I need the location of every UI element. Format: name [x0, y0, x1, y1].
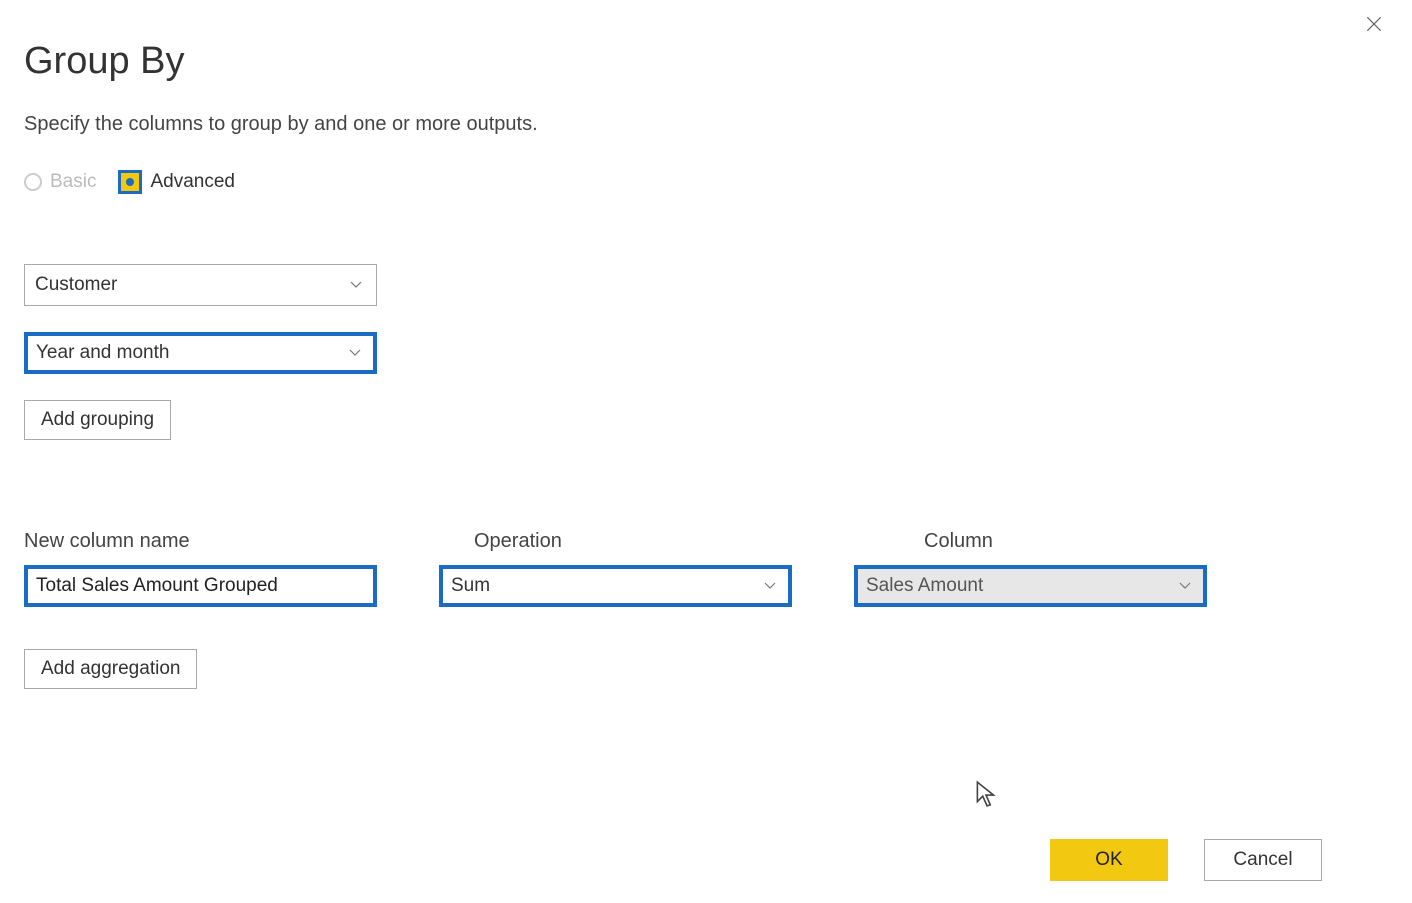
header-column: Column	[924, 530, 1277, 553]
radio-basic-label: Basic	[50, 171, 96, 193]
header-operation: Operation	[474, 530, 827, 553]
footer-buttons: OK Cancel	[1050, 839, 1322, 881]
chevron-down-icon	[1179, 582, 1191, 590]
close-icon	[1364, 14, 1384, 34]
dropdown-value: Customer	[35, 274, 117, 296]
radio-circle-icon	[24, 173, 42, 191]
ok-button[interactable]: OK	[1050, 839, 1168, 881]
new-column-name-input[interactable]: Total Sales Amount Grouped	[24, 565, 377, 607]
mode-radio-group: Basic Advanced	[24, 170, 1388, 194]
chevron-down-icon	[349, 349, 361, 357]
dropdown-value: Year and month	[36, 342, 169, 364]
header-new-column: New column name	[24, 530, 377, 553]
operation-dropdown[interactable]: Sum	[439, 565, 792, 607]
groupings-section: Customer Year and month Add grouping	[24, 264, 1388, 440]
radio-advanced[interactable]: Advanced	[118, 170, 235, 194]
grouping-dropdown-customer[interactable]: Customer	[24, 264, 377, 306]
dialog-title: Group By	[24, 40, 1388, 83]
chevron-down-icon	[764, 582, 776, 590]
radio-basic[interactable]: Basic	[24, 171, 96, 193]
radio-selected-icon	[118, 170, 142, 194]
close-button[interactable]	[1364, 14, 1384, 39]
dropdown-value: Sales Amount	[866, 575, 983, 597]
add-aggregation-button[interactable]: Add aggregation	[24, 649, 197, 689]
cancel-button[interactable]: Cancel	[1204, 839, 1322, 881]
grouping-dropdown-year-month[interactable]: Year and month	[24, 332, 377, 374]
mouse-cursor-icon	[975, 780, 997, 813]
input-value: Total Sales Amount Grouped	[36, 575, 278, 597]
aggregation-row: Total Sales Amount Grouped Sum Sales Amo…	[24, 565, 1388, 607]
dialog-subtitle: Specify the columns to group by and one …	[24, 113, 1388, 136]
add-grouping-button[interactable]: Add grouping	[24, 400, 171, 440]
chevron-down-icon	[350, 281, 362, 289]
dropdown-value: Sum	[451, 575, 490, 597]
aggregation-header-row: New column name Operation Column	[24, 530, 1388, 553]
column-dropdown[interactable]: Sales Amount	[854, 565, 1207, 607]
radio-advanced-label: Advanced	[150, 171, 235, 193]
